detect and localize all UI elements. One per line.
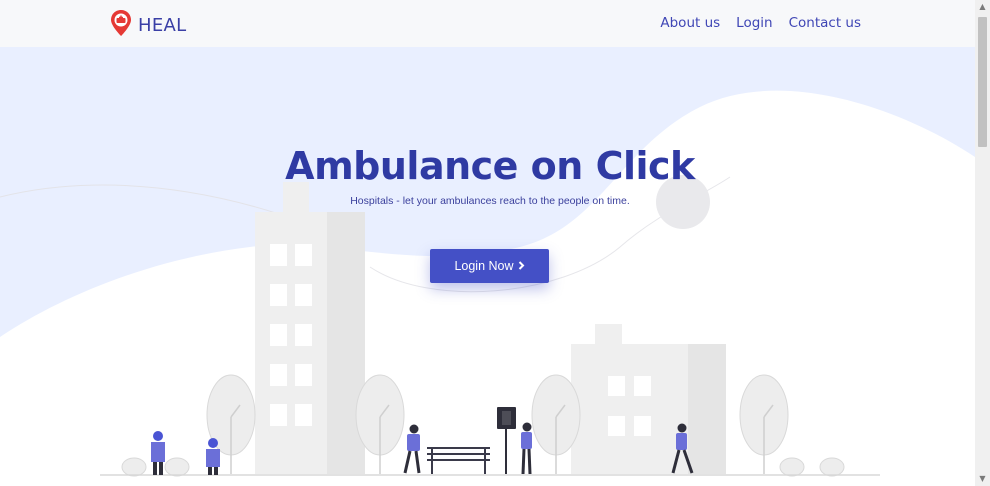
- scroll-down-arrow-icon[interactable]: ▼: [975, 472, 990, 486]
- person-walking-1: [403, 424, 421, 474]
- login-now-button[interactable]: Login Now: [430, 249, 549, 283]
- login-now-label: Login Now: [454, 259, 514, 273]
- person-standing: [521, 422, 532, 475]
- brand-name: HEAL: [138, 14, 187, 36]
- hero-title: Ambulance on Click: [285, 144, 695, 188]
- nav-link-contact-us[interactable]: Contact us: [789, 15, 861, 31]
- person-worker-1: [151, 431, 165, 475]
- nav-link-about-us[interactable]: About us: [660, 15, 720, 31]
- ambulance-pin-icon: [110, 9, 132, 41]
- page-scrollbar[interactable]: ▲ ▼: [975, 0, 990, 486]
- nav-link-login[interactable]: Login: [736, 15, 772, 31]
- navbar: HEAL About us Login Contact us: [0, 0, 975, 47]
- hero-subtitle: Hospitals - let your ambulances reach to…: [350, 195, 630, 207]
- brand[interactable]: HEAL: [110, 9, 186, 41]
- person-worker-2: [206, 438, 220, 475]
- scroll-up-arrow-icon[interactable]: ▲: [975, 0, 990, 14]
- chevron-right-icon: [518, 259, 525, 273]
- hero-section: Ambulance on Click Hospitals - let your …: [0, 47, 975, 486]
- scrollbar-thumb[interactable]: [978, 17, 987, 147]
- nav-links: About us Login Contact us: [660, 15, 861, 31]
